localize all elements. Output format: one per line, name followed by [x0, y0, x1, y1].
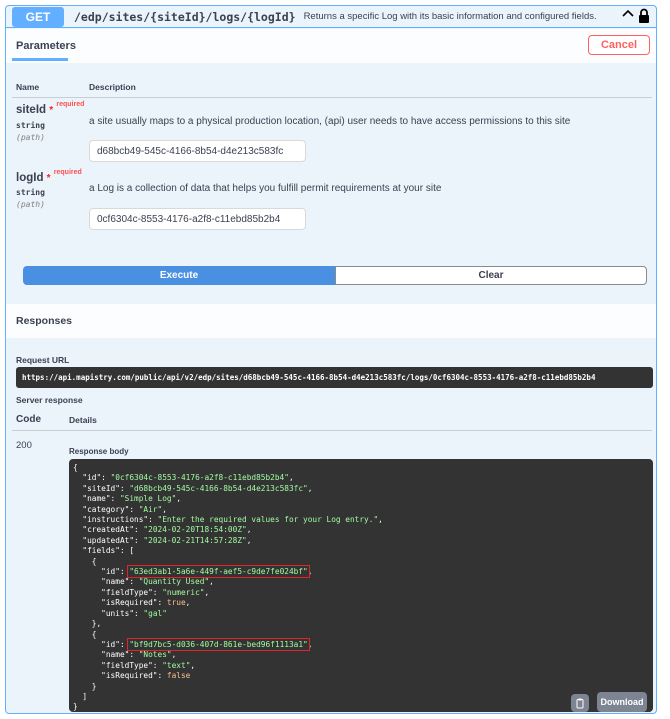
tab-parameters[interactable]: Parameters — [16, 40, 76, 52]
json-field-id: 63ed3ab1-5a6e-449f-aef5-c9de7fe024bf — [134, 567, 304, 577]
operation-block: GET /edp/sites/{siteId}/logs/{logId} Ret… — [5, 5, 657, 714]
method-badge: GET — [12, 6, 64, 27]
param-type-siteid: string — [16, 121, 45, 130]
json-field-required: true — [166, 598, 186, 608]
json-name: Simple Log — [124, 494, 172, 504]
server-response-label: Server response — [16, 395, 83, 405]
cancel-button[interactable]: Cancel — [588, 35, 650, 55]
copy-icon[interactable] — [571, 694, 589, 712]
param-in-siteid: (path) — [16, 133, 45, 142]
column-header-name: Name — [16, 82, 40, 92]
json-field-units: gal — [148, 608, 163, 618]
param-in-logid: (path) — [16, 200, 45, 209]
json-id: 0cf6304c-8553-4176-a2f8-c11ebd85b2b4 — [115, 473, 285, 483]
siteid-input[interactable]: d68bcb49-545c-4166-8b54-d4e213c583fc — [89, 140, 306, 162]
response-body-code: { "id": "0cf6304c-8553-4176-a2f8-c11ebd8… — [69, 459, 653, 712]
json-instructions: Enter the required values for your Log e… — [162, 515, 374, 525]
execute-button[interactable]: Execute — [23, 266, 335, 285]
highlighted-field-id: "63ed3ab1-5a6e-449f-aef5-c9de7fe024bf" — [127, 565, 310, 579]
param-description-logid: a Log is a collection of data that helps… — [89, 183, 442, 194]
json-field-type: text — [166, 660, 186, 670]
endpoint-path: /edp/sites/{siteId}/logs/{logId} — [74, 9, 296, 24]
json-updatedat: 2024-02-21T14:57:28Z — [148, 535, 243, 545]
param-name-siteid: siteId * required — [16, 101, 85, 116]
request-url: https://api.mapistry.com/public/api/v2/e… — [16, 367, 653, 388]
column-header-details: Details — [69, 415, 97, 425]
column-header-description: Description — [89, 82, 136, 92]
tab-underline — [12, 58, 68, 61]
request-url-label: Request URL — [16, 355, 70, 365]
json-category: Air — [143, 504, 158, 514]
chevron-up-icon[interactable] — [622, 8, 634, 23]
download-button[interactable]: Download — [597, 692, 647, 712]
param-type-logid: string — [16, 188, 45, 197]
json-field-required: false — [166, 671, 191, 681]
divider — [12, 97, 652, 98]
response-code: 200 — [16, 440, 32, 451]
column-header-code: Code — [16, 414, 41, 425]
param-description-siteid: a site usually maps to a physical produc… — [89, 116, 571, 127]
clear-button[interactable]: Clear — [335, 266, 647, 285]
param-name-logid: logId * required — [16, 169, 82, 184]
response-body-label: Response body — [69, 447, 129, 456]
json-field-name: Quantity Used — [143, 577, 205, 587]
json-field-id: bf9d7bc5-d036-407d-861e-bed96f1113a1 — [134, 639, 304, 649]
json-field-type: numeric — [166, 587, 200, 597]
json-siteid: d68bcb49-545c-4166-8b54-d4e213c583fc — [134, 483, 304, 493]
json-field-name: Notes — [143, 650, 167, 660]
responses-title: Responses — [16, 315, 73, 327]
endpoint-description: Returns a specific Log with its basic in… — [303, 11, 597, 22]
parameters-header: Parameters Cancel — [6, 29, 656, 63]
lock-icon[interactable] — [638, 8, 650, 24]
json-createdat: 2024-02-20T18:54:00Z — [148, 525, 243, 535]
divider — [12, 430, 652, 431]
operation-summary[interactable]: GET /edp/sites/{siteId}/logs/{logId} Ret… — [6, 6, 656, 28]
highlighted-field-id: "bf9d7bc5-d036-407d-861e-bed96f1113a1" — [127, 637, 310, 651]
responses-header: Responses — [6, 304, 656, 338]
logid-input[interactable]: 0cf6304c-8553-4176-a2f8-c11ebd85b2b4 — [89, 208, 306, 230]
